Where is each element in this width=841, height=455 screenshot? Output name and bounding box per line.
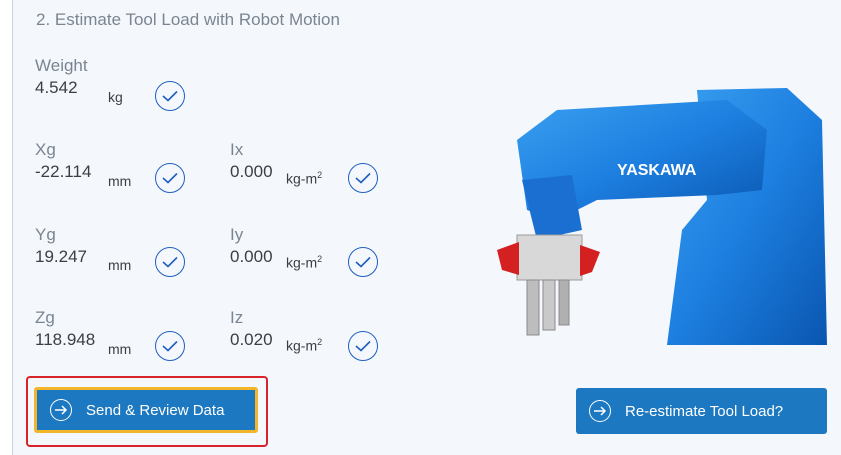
checkmark-icon <box>355 256 371 268</box>
weight-label: Weight <box>35 56 88 75</box>
iy-label: Iy <box>230 225 244 244</box>
checkmark-icon <box>162 172 178 184</box>
iy-unit: kg-m2 <box>286 254 323 271</box>
yg-label: Yg <box>35 225 56 244</box>
send-review-data-button[interactable]: Send & Review Data <box>34 387 258 433</box>
iz-label: Iz <box>230 308 244 327</box>
robot-brand-label: YASKAWA <box>617 162 697 179</box>
checkmark-icon <box>162 90 178 102</box>
iz-check-icon[interactable] <box>348 331 378 361</box>
weight-unit: kg <box>108 89 123 105</box>
send-review-data-label: Send & Review Data <box>86 401 225 419</box>
yg-unit: mm <box>108 257 132 273</box>
checkmark-icon <box>162 256 178 268</box>
iz-value: 0.020 <box>230 330 273 349</box>
ix-label: Ix <box>230 140 244 159</box>
zg-unit: mm <box>108 341 132 357</box>
iy-value: 0.000 <box>230 247 273 266</box>
yg-check-icon[interactable] <box>155 247 185 277</box>
zg-label: Zg <box>35 308 55 327</box>
checkmark-icon <box>355 340 371 352</box>
ix-unit: kg-m2 <box>286 170 323 187</box>
section-title: 2. Estimate Tool Load with Robot Motion <box>36 10 340 29</box>
iz-unit: kg-m2 <box>286 337 323 354</box>
ix-check-icon[interactable] <box>348 163 378 193</box>
ix-value: 0.000 <box>230 162 273 181</box>
arrow-right-circle-icon <box>50 399 72 421</box>
robot-arm-illustration: YASKAWA <box>497 88 827 345</box>
xg-check-icon[interactable] <box>155 163 185 193</box>
checkmark-icon <box>355 172 371 184</box>
re-estimate-tool-load-label: Re-estimate Tool Load? <box>625 402 784 420</box>
xg-label: Xg <box>35 140 56 159</box>
checkmark-icon <box>162 340 178 352</box>
zg-check-icon[interactable] <box>155 331 185 361</box>
re-estimate-tool-load-button[interactable]: Re-estimate Tool Load? <box>576 388 827 434</box>
yg-value: 19.247 <box>35 247 87 266</box>
weight-value: 4.542 <box>35 78 78 97</box>
iy-check-icon[interactable] <box>348 247 378 277</box>
arrow-right-circle-icon <box>589 400 611 422</box>
weight-check-icon[interactable] <box>155 81 185 111</box>
zg-value: 118.948 <box>35 330 96 349</box>
xg-value: -22.114 <box>35 162 92 181</box>
xg-unit: mm <box>108 173 132 189</box>
